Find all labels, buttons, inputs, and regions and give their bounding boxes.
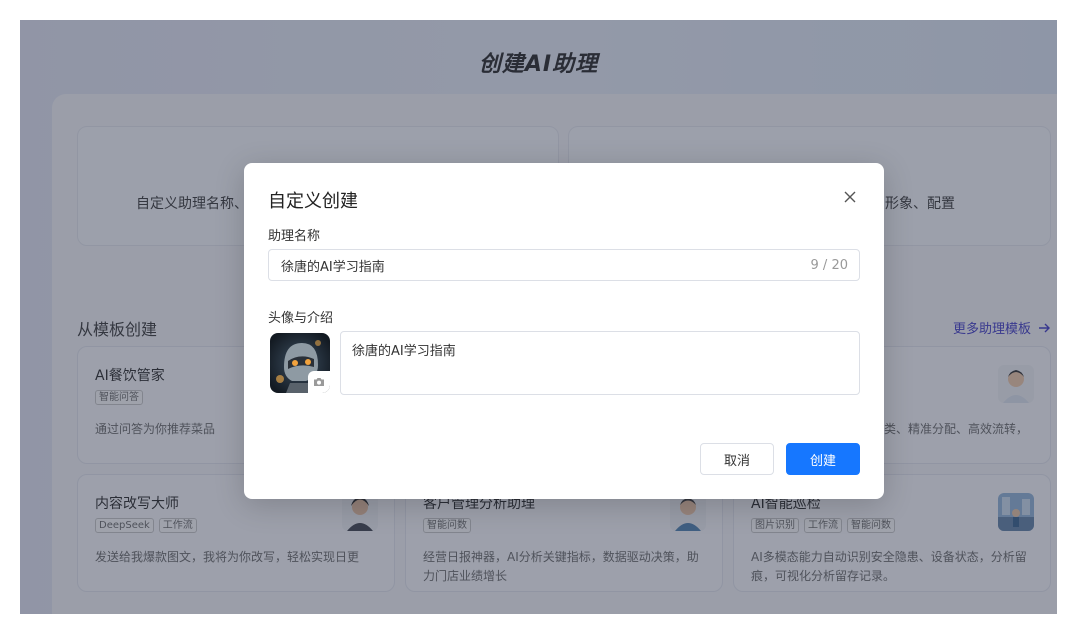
- intro-textarea[interactable]: 徐唐的AI学习指南: [352, 340, 852, 388]
- close-icon[interactable]: [842, 189, 858, 205]
- create-button[interactable]: 创建: [786, 443, 860, 475]
- name-char-count: 9 / 20: [810, 258, 848, 273]
- avatar-intro-label: 头像与介绍: [268, 311, 334, 326]
- avatar-upload[interactable]: [270, 333, 330, 393]
- custom-create-dialog: 自定义创建 助理名称 9 / 20 头像与介绍: [244, 163, 884, 499]
- assistant-name-label: 助理名称: [268, 229, 321, 244]
- camera-icon[interactable]: [308, 371, 330, 393]
- assistant-name-input[interactable]: [281, 250, 761, 280]
- app-frame: 创建AI助理 自定义助理名称、 形象、配置 从模板创建 更多助理模板 AI餐饮管…: [20, 20, 1057, 614]
- dialog-title: 自定义创建: [268, 191, 358, 212]
- cancel-button[interactable]: 取消: [700, 443, 774, 475]
- assistant-name-field[interactable]: 9 / 20: [268, 249, 860, 281]
- intro-field[interactable]: 徐唐的AI学习指南: [340, 331, 860, 395]
